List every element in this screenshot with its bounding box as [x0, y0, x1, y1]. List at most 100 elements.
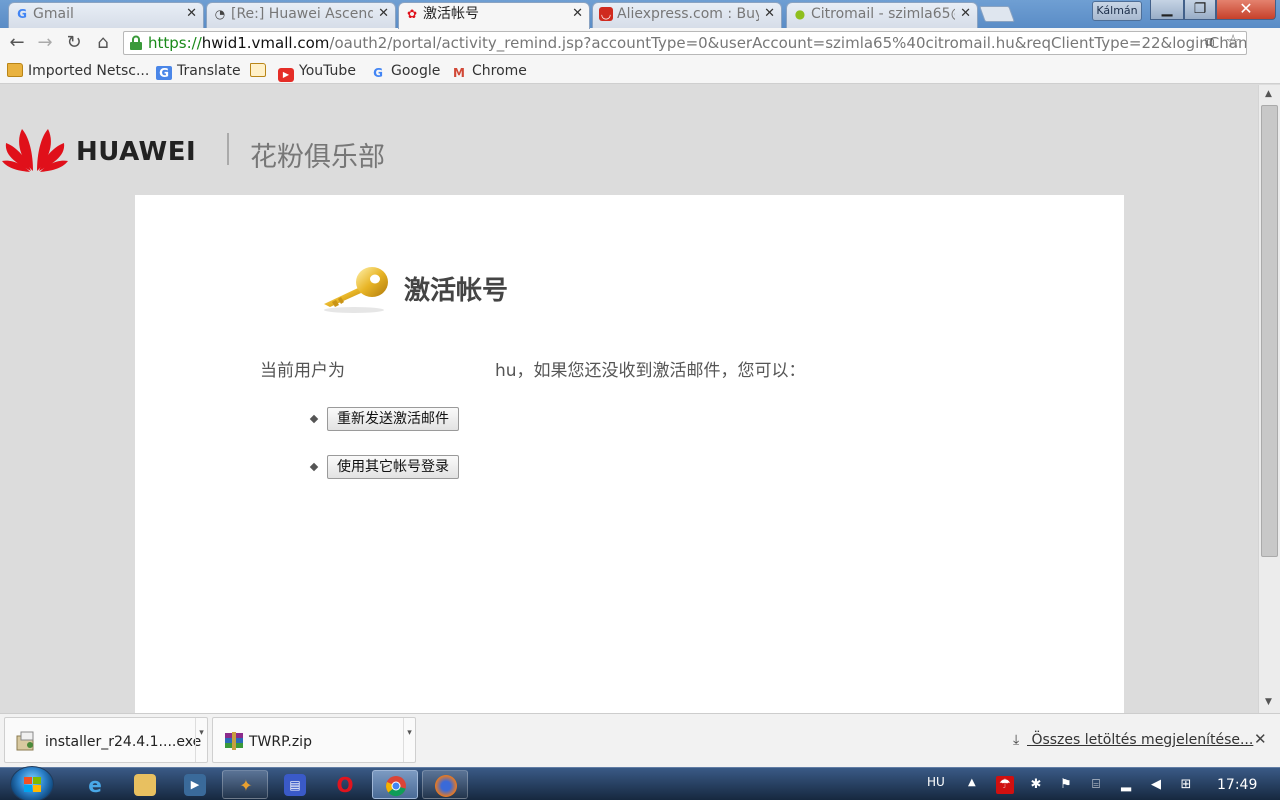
logo-divider	[227, 133, 229, 165]
taskbar-app-bird[interactable]: ✦	[222, 770, 268, 799]
bullet-icon	[309, 462, 319, 472]
scroll-down-icon[interactable]: ▼	[1265, 697, 1272, 707]
bookmark-chrome[interactable]: M Chrome	[451, 61, 527, 81]
bullet-icon	[309, 414, 319, 424]
winrar-icon	[225, 732, 243, 750]
google-icon: G	[17, 7, 27, 21]
bookmark-imported[interactable]: Imported Netsc...	[7, 61, 149, 81]
download-filename: installer_r24.4.1....exe	[45, 734, 202, 750]
bookmark-folder[interactable]	[250, 61, 271, 81]
tab-aliexpress[interactable]: ◡ Aliexpress.com : Buy ✕	[592, 2, 782, 28]
tab-citromail[interactable]: ● Citromail - szimla65@ ✕	[786, 2, 978, 28]
club-name: 花粉俱乐部	[250, 142, 385, 173]
tab-title: [Re:] Huawei Ascend	[231, 6, 373, 22]
floppy-icon: ▤	[284, 774, 306, 796]
windows-flag-icon[interactable]: ⊞	[1177, 776, 1195, 794]
forum-icon: ◔	[214, 7, 226, 21]
page-scrollbar[interactable]: ▲ ▼	[1258, 85, 1280, 713]
page-title: 激活帐号	[404, 276, 509, 306]
resend-activation-button[interactable]: 重新发送激活邮件	[327, 407, 459, 431]
taskbar-chrome[interactable]	[372, 770, 418, 799]
tab-close-icon[interactable]: ✕	[378, 3, 389, 25]
tab-huawei-forum[interactable]: ◔ [Re:] Huawei Ascend ✕	[206, 2, 396, 28]
maximize-button[interactable]: ❐	[1184, 0, 1216, 20]
opera-icon: O	[336, 773, 354, 797]
download-menu-icon[interactable]: ▾	[195, 718, 207, 762]
taskbar-explorer[interactable]	[122, 770, 168, 799]
bookmark-google[interactable]: G Google	[370, 61, 440, 81]
forward-button[interactable]: →	[34, 32, 56, 54]
show-all-downloads-link[interactable]: ⤓ Összes letöltés megjelenítése...	[1013, 732, 1253, 748]
redacted-email	[345, 363, 495, 379]
bookmark-label: Imported Netsc...	[28, 63, 150, 79]
explorer-folder-icon	[134, 774, 156, 796]
start-button[interactable]	[10, 766, 54, 800]
bookmark-label: Chrome	[472, 63, 527, 79]
chrome-icon	[386, 776, 406, 797]
tab-activate-account[interactable]: ✿ 激活帐号 ✕	[398, 2, 590, 29]
tab-close-icon[interactable]: ✕	[572, 3, 583, 25]
tab-close-icon[interactable]: ✕	[186, 3, 197, 25]
language-indicator[interactable]: HU	[927, 775, 945, 789]
download-item-installer[interactable]: installer_r24.4.1....exe ▾	[4, 717, 208, 763]
tab-close-icon[interactable]: ✕	[960, 3, 971, 25]
taskbar-opera[interactable]: O	[322, 770, 368, 799]
taskbar-save[interactable]: ▤	[272, 770, 318, 799]
tab-title: Aliexpress.com : Buy	[617, 6, 759, 22]
current-user-line: 当前用户为 hu，如果您还没收到激活邮件，您可以：	[260, 356, 806, 381]
scroll-up-icon[interactable]: ▲	[1265, 89, 1272, 99]
tab-close-icon[interactable]: ✕	[764, 3, 775, 25]
minimize-button[interactable]: ▁	[1150, 0, 1184, 20]
taskbar-media-player[interactable]: ▶	[172, 770, 218, 799]
close-window-button[interactable]: ✕	[1216, 0, 1276, 20]
close-shelf-icon[interactable]: ✕	[1254, 730, 1267, 748]
windows-taskbar: e ▶ ✦ ▤ O HU ▲ ☂ ✱ ⚑ ⌸ ▂ ◀ ⊞ 17:49	[0, 766, 1280, 800]
scroll-thumb[interactable]	[1261, 105, 1278, 557]
new-tab-button[interactable]	[979, 6, 1015, 22]
address-bar[interactable]: https://hwid1.vmall.com/oauth2/portal/ac…	[123, 31, 1247, 55]
antivirus-icon[interactable]: ☂	[996, 776, 1014, 794]
url-host: hwid1.vmall.com	[201, 34, 330, 52]
bookmark-label: Translate	[177, 63, 241, 79]
bluetooth-icon[interactable]: ✱	[1027, 776, 1045, 794]
activation-card: 激活帐号 当前用户为 hu，如果您还没收到激活邮件，您可以： 重新发送激活邮件 使…	[135, 195, 1124, 713]
bookmark-translate[interactable]: G Translate	[156, 61, 241, 81]
firefox-icon	[435, 775, 457, 797]
tab-title: Gmail	[33, 6, 74, 22]
browser-toolbar: ← → ↻ ⌂ https://hwid1.vmall.com/oauth2/p…	[0, 28, 1280, 74]
lock-icon	[130, 35, 142, 50]
volume-icon[interactable]: ◀	[1147, 776, 1165, 794]
taskbar-clock[interactable]: 17:49	[1217, 777, 1257, 793]
gmail-icon: M	[453, 66, 465, 80]
citromail-icon: ●	[794, 7, 806, 21]
download-menu-icon[interactable]: ▾	[403, 718, 415, 762]
installer-icon	[16, 731, 34, 751]
translate-icon: G	[156, 66, 172, 80]
current-user-suffix: hu，如果您还没收到激活邮件，您可以：	[495, 361, 806, 381]
web-page: HUAWEI 花粉俱乐部 激活帐号 当前用户为 hu，如果您还没收到激活邮件，您可…	[0, 85, 1258, 713]
download-arrow-icon: ⤓	[1013, 732, 1020, 748]
bookmark-youtube[interactable]: ▶ YouTube	[278, 61, 356, 82]
taskbar-firefox[interactable]	[422, 770, 468, 799]
home-button[interactable]: ⌂	[92, 32, 114, 54]
show-hidden-icons-icon[interactable]: ▲	[968, 777, 976, 788]
download-shelf: installer_r24.4.1....exe ▾ TWRP.zip ▾ ⤓ …	[0, 713, 1280, 767]
taskbar-ie[interactable]: e	[72, 770, 118, 799]
tab-gmail[interactable]: G Gmail ✕	[8, 2, 204, 28]
action-center-flag-icon[interactable]: ⚑	[1057, 776, 1075, 794]
network-adapter-icon[interactable]: ⌸	[1087, 776, 1105, 794]
login-other-account-button[interactable]: 使用其它帐号登录	[327, 455, 459, 479]
back-button[interactable]: ←	[6, 32, 28, 54]
bookmark-star-icon[interactable]: ☆	[1225, 31, 1241, 52]
key-icon	[324, 267, 388, 313]
reload-button[interactable]: ↻	[63, 32, 85, 54]
bookmark-label: Google	[391, 63, 441, 79]
show-all-label: Összes letöltés megjelenítése...	[1031, 732, 1254, 748]
huawei-wordmark: HUAWEI	[76, 137, 197, 167]
profile-button[interactable]: Kálmán	[1092, 1, 1142, 21]
url-path: /oauth2/portal/activity_remind.jsp?accou…	[329, 34, 1247, 52]
signal-strength-icon[interactable]: ▂	[1117, 776, 1135, 794]
translate-page-icon[interactable]: ⧉	[1205, 35, 1214, 50]
download-item-twrp[interactable]: TWRP.zip ▾	[212, 717, 416, 763]
youtube-icon: ▶	[278, 68, 294, 82]
